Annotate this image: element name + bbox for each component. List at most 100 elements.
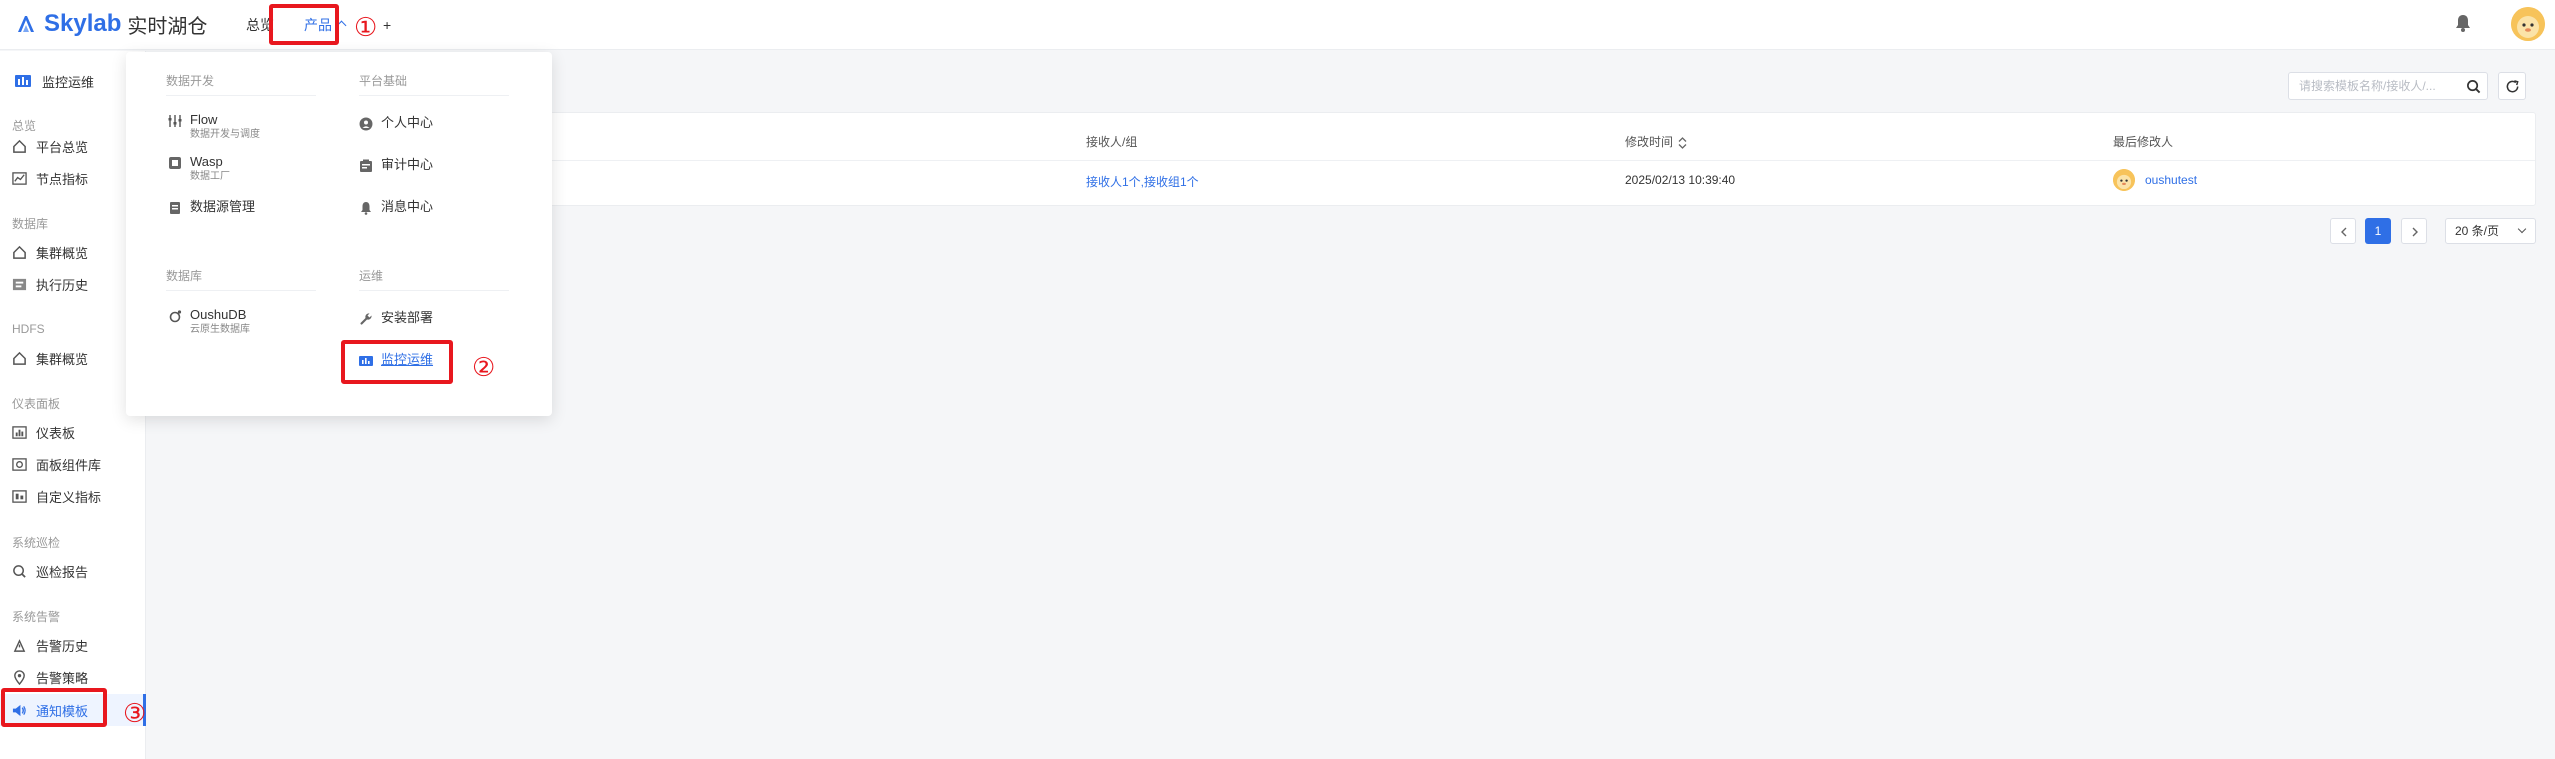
dropdown-item-title: 数据源管理 [190,199,256,214]
sidebar-item-alert-policy[interactable]: 告警策略 [12,666,88,688]
sidebar-group-inspection: 系统巡检 [12,536,61,550]
divider [359,95,509,96]
dropdown-item-personal-center[interactable]: 个人中心 [359,115,433,131]
dropdown-item-title: 消息中心 [381,199,434,214]
sidebar-item-cluster-overview[interactable]: 集群概览 [12,241,88,263]
dropdown-item-title: 安装部署 [381,310,434,325]
sidebar-group-database: 数据库 [12,217,49,231]
sidebar-item-hdfs-cluster-overview[interactable]: 集群概览 [12,347,88,369]
logo[interactable]: Skylab 实时湖仓 [14,9,207,39]
sidebar-item-label: 告警历史 [36,638,89,654]
dropdown-item-audit-center[interactable]: 审计中心 [359,157,433,173]
sidebar: 监控运维 总览 平台总览 节点指标 数据库 集群概览 执行历史 HDFS 集群概… [0,51,146,759]
wasp-icon [169,157,181,169]
oushudb-icon [169,310,182,323]
audit-icon [360,159,372,172]
cell-modified-time: 2025/02/13 10:39:40 [1625,173,1736,187]
pagination-next-button[interactable] [2401,218,2427,244]
pagination-page-1[interactable]: 1 [2365,218,2391,244]
dropdown-item-desc: 数据工厂 [190,171,230,182]
dropdown-group-ops: 运维 [359,269,384,283]
divider [359,290,509,291]
annotation-box-2 [341,340,453,384]
dropdown-group-database: 数据库 [166,269,203,283]
home-icon [13,139,26,153]
sidebar-item-label: 巡检报告 [36,564,89,580]
sidebar-item-label: 面板组件库 [36,457,102,473]
dashboard-icon [12,425,27,439]
sidebar-item-platform-overview[interactable]: 平台总览 [12,135,88,157]
sidebar-item-node-metrics[interactable]: 节点指标 [12,167,88,189]
dropdown-item-title: Flow [190,112,218,127]
dropdown-item-wasp[interactable]: Wasp 数据工厂 [168,154,230,183]
chevron-right-icon [2412,227,2418,237]
skylab-logo-icon [18,16,34,32]
avatar-face-icon [2113,169,2135,191]
search-report-icon [13,564,26,578]
home-icon [13,245,26,259]
dropdown-item-install-deploy[interactable]: 安装部署 [359,310,433,326]
home-icon [13,351,26,365]
dropdown-item-desc: 云原生数据库 [190,324,250,335]
sidebar-item-custom-metrics[interactable]: 自定义指标 [12,485,101,507]
sidebar-group-alert: 系统告警 [12,610,61,624]
dropdown-item-desc: 数据开发与调度 [190,129,260,140]
dropdown-item-message-center[interactable]: 消息中心 [359,199,433,215]
sidebar-item-inspection-report[interactable]: 巡检报告 [12,560,88,582]
search-icon[interactable] [2466,79,2481,94]
dropdown-group-platform-base: 平台基础 [359,74,408,88]
dropdown-group-data-dev: 数据开发 [166,74,215,88]
sidebar-header-label: 监控运维 [42,75,95,90]
annotation-box-3 [1,688,107,727]
custom-metrics-icon [12,489,27,503]
chevron-down-icon [2517,224,2527,234]
sidebar-item-dashboard[interactable]: 仪表板 [12,421,75,443]
sort-icon[interactable] [1678,136,1687,149]
divider [166,95,316,96]
annotation-box-1 [269,4,339,45]
col-header-modified-time-label: 修改时间 [1625,135,1674,149]
sidebar-item-panel-library[interactable]: 面板组件库 [12,453,101,475]
panel-library-icon [12,457,27,471]
modifier-avatar [2113,169,2135,191]
user-avatar[interactable] [2511,7,2545,41]
monitor-icon [15,74,31,87]
logo-name: Skylab [44,10,122,37]
avatar-face-icon [2511,7,2545,41]
divider [166,290,316,291]
sidebar-item-label: 执行历史 [36,277,89,293]
refresh-icon [2506,80,2519,93]
col-header-receiver: 接收人/组 [1086,135,1138,149]
dropdown-item-datasource[interactable]: 数据源管理 [168,199,255,215]
alert-history-icon [13,638,26,652]
sidebar-item-alert-history[interactable]: 告警历史 [12,634,88,656]
pagination-prev-button[interactable] [2330,218,2356,244]
cell-receiver[interactable]: 接收人1个,接收组1个 [1086,173,1199,190]
sidebar-item-label: 集群概览 [36,245,89,261]
sidebar-item-label: 集群概览 [36,351,89,367]
location-pin-icon [14,669,25,685]
sidebar-item-label: 平台总览 [36,139,89,155]
top-bar: Skylab 实时湖仓 总览 产品 + [0,0,2555,50]
dropdown-item-flow[interactable]: Flow 数据开发与调度 [168,112,260,141]
sidebar-header: 监控运维 [14,72,94,91]
page-size-select[interactable]: 20 条/页 [2445,218,2536,244]
annotation-number-2: ② [472,353,496,383]
sidebar-item-label: 仪表板 [36,425,76,441]
sidebar-group-overview: 总览 [12,119,37,133]
dropdown-item-title: OushuDB [190,307,247,322]
datasource-icon [170,202,180,214]
user-circle-icon [359,117,373,131]
sidebar-group-hdfs: HDFS [12,322,45,336]
chart-icon [12,171,27,185]
col-header-modified-time[interactable]: 修改时间 [1625,133,1687,150]
dropdown-item-title: Wasp [190,154,223,169]
search-input[interactable] [2289,73,2459,99]
cell-last-modifier[interactable]: oushutest [2145,173,2197,187]
sidebar-item-exec-history[interactable]: 执行历史 [12,273,88,295]
logo-subtitle: 实时湖仓 [127,15,208,38]
annotation-number-1: ① [354,13,378,43]
refresh-button[interactable] [2498,72,2526,100]
dropdown-item-oushudb[interactable]: OushuDB 云原生数据库 [168,307,250,336]
bell-icon[interactable] [2454,13,2472,33]
